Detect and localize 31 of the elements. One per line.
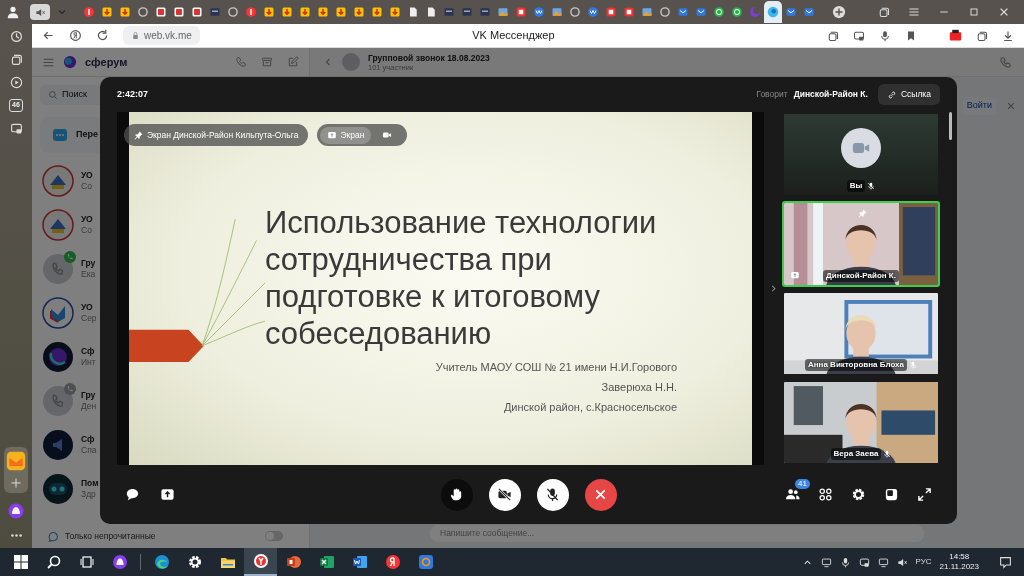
chat-name: УО [81, 214, 93, 225]
screen-owner-chip: Экран Динской-Район Кильпута-Ольга [124, 124, 309, 146]
count-badge: 41 [795, 479, 810, 489]
chat-preview: Здр [81, 489, 97, 500]
chat-name: УО [81, 302, 94, 313]
participant-name: Динской-Район К. [823, 269, 899, 282]
speaker-label: Говорит [756, 88, 788, 101]
chat-name: УО [81, 170, 93, 181]
chat-preview: Инт [81, 357, 96, 368]
chat-name: Гру [81, 258, 96, 269]
page-title: VK Мессенджер [471, 28, 556, 44]
filter-label: Только непрочитанные [65, 529, 156, 543]
chat-preview: Ека [81, 269, 96, 280]
participant-name: Вера Заева [830, 448, 882, 460]
slide-subtitle: Заверюха Н.Н. [601, 380, 677, 394]
clock-date: 21.11.2023 [939, 562, 979, 572]
chat-preview: Ден [81, 401, 97, 412]
chat-name: Сф [81, 434, 96, 445]
slide-subtitle: Динской район, с.Красносельское [503, 400, 677, 414]
speaker-name: Динской-Район К. [793, 88, 868, 101]
chat-name: Пом [81, 478, 99, 489]
chat-title: Групповой звонок 18.08.2023 [368, 52, 490, 63]
participant-name: Анна Викторовна Блоха [805, 358, 907, 371]
slide-subtitle: Учитель МАОУ СОШ № 21 имени Н.И.Горового [435, 360, 677, 374]
chat-name: Гру [81, 390, 97, 401]
slide-title: Использование технологии сотрудничества при подготовке к итоговому собеседованию [265, 204, 658, 352]
chat-name: Сф [81, 346, 96, 357]
call-timer: 2:42:07 [117, 87, 149, 101]
logo-text: сферум [85, 54, 128, 70]
participant-name: Вы [846, 180, 866, 193]
clock-time: 14:58 [949, 552, 970, 562]
